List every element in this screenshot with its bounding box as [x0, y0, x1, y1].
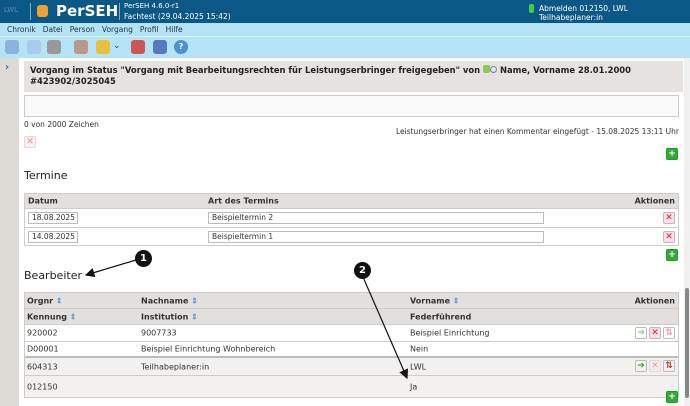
annotation-marker-2: 2 [354, 262, 371, 279]
annotation-arrow-1 [84, 259, 137, 278]
annotation-arrow-2 [362, 276, 409, 380]
annotation-marker-1: 1 [135, 250, 152, 267]
annotation-arrows [84, 259, 409, 380]
